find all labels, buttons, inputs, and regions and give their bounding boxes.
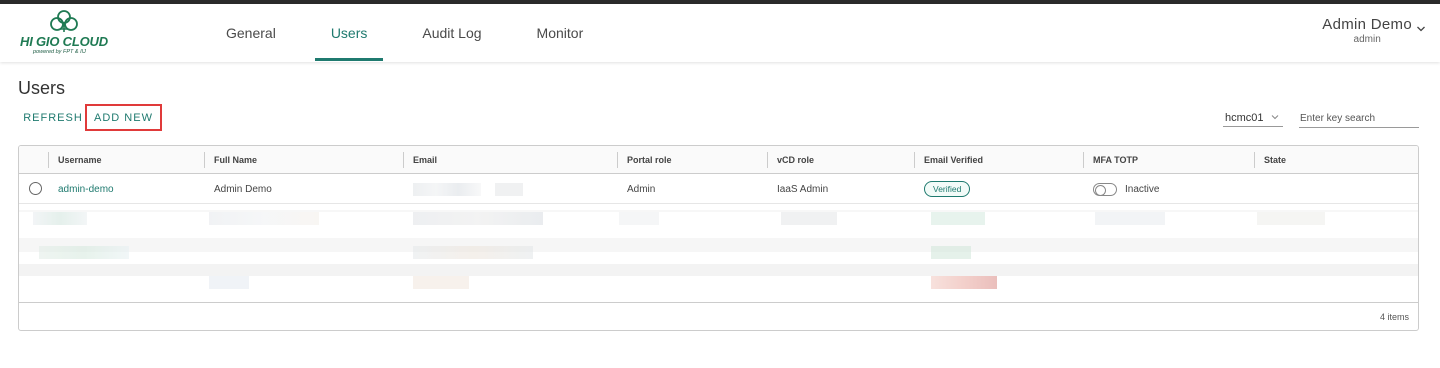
user-name: Admin Demo (1322, 16, 1412, 33)
user-menu[interactable]: Admin Demo admin (1322, 16, 1425, 45)
table-row[interactable]: admin-demo Admin Demo Admin IaaS Admin V… (19, 174, 1418, 204)
cell-email (404, 174, 523, 204)
logo-mark-icon (50, 10, 78, 32)
cell-vcd-role: IaaS Admin (777, 183, 829, 195)
username-link[interactable]: admin-demo (49, 174, 114, 204)
cell-email-verified: Verified (915, 174, 971, 204)
brand-logo[interactable]: HI GIO CLOUD powered by FPT & IIJ (18, 10, 110, 58)
column-header-full-name[interactable]: Full Name (205, 146, 257, 174)
chevron-down-icon (1271, 115, 1279, 120)
column-header-email-verified[interactable]: Email Verified (915, 146, 983, 174)
brand-tagline: powered by FPT & IIJ (33, 49, 86, 55)
redacted-email (413, 182, 481, 196)
site-select-value: hcmc01 (1225, 111, 1264, 124)
table-header: Username Full Name Email Portal role vCD… (19, 146, 1418, 174)
refresh-button[interactable]: REFRESH (22, 104, 84, 131)
column-header-mfa-totp[interactable]: MFA TOTP (1084, 146, 1138, 174)
tab-audit-log[interactable]: Audit Log (406, 4, 497, 62)
column-header-vcd-role[interactable]: vCD role (768, 146, 814, 174)
verified-badge: Verified (924, 181, 971, 197)
chevron-down-icon (1417, 26, 1425, 32)
tab-users[interactable]: Users (314, 4, 384, 62)
cell-state (1255, 174, 1264, 204)
row-select-radio[interactable] (29, 182, 42, 195)
user-role: admin (1353, 34, 1381, 45)
main-nav: General Users Audit Log Monitor (210, 4, 622, 62)
column-header-email[interactable]: Email (404, 146, 437, 174)
page-title: Users (18, 78, 66, 98)
cell-full-name: Admin Demo (214, 183, 272, 195)
app-header: HI GIO CLOUD powered by FPT & IIJ Genera… (0, 4, 1440, 62)
tab-monitor[interactable]: Monitor (521, 4, 600, 62)
users-table: Username Full Name Email Portal role vCD… (18, 145, 1419, 331)
mfa-toggle[interactable] (1093, 182, 1117, 196)
add-new-button[interactable]: ADD NEW (85, 104, 162, 131)
mfa-status-label: Inactive (1125, 183, 1160, 195)
table-footer: 4 items (19, 302, 1418, 330)
cell-portal-role: Admin (627, 183, 656, 195)
site-select[interactable]: hcmc01 (1223, 109, 1283, 127)
column-header-state[interactable]: State (1255, 146, 1286, 174)
items-count: 4 items (1379, 312, 1409, 322)
brand-name: HI GIO CLOUD (20, 34, 108, 49)
column-header-username[interactable]: Username (49, 146, 102, 174)
redacted-email (495, 182, 523, 196)
column-header-portal-role[interactable]: Portal role (618, 146, 672, 174)
tab-general[interactable]: General (210, 4, 292, 62)
search-input[interactable] (1299, 109, 1419, 128)
cell-mfa-totp: Inactive (1084, 174, 1159, 204)
redacted-rows (19, 204, 1418, 303)
